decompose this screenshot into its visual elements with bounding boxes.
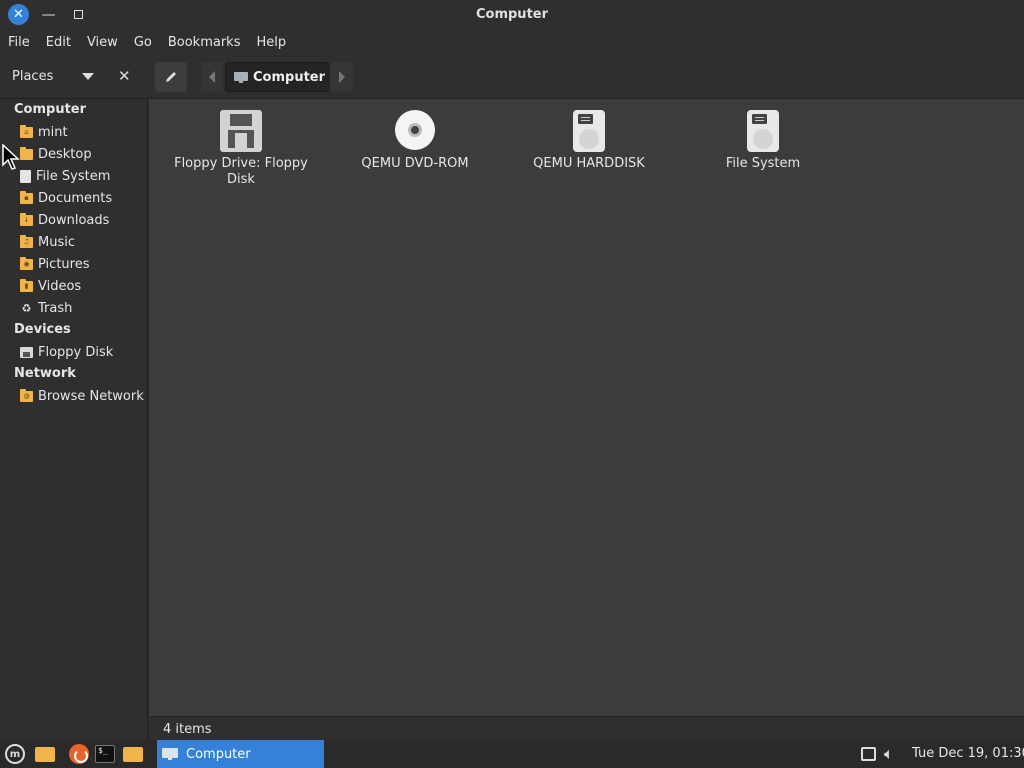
sidebar-item-file-system[interactable]: File System: [20, 166, 110, 186]
breadcrumb-label: Computer: [253, 69, 326, 85]
device-harddisk[interactable]: QEMU HARDDISK: [514, 110, 664, 172]
sidebar-item-browse-network[interactable]: ◍ Browse Network: [20, 386, 144, 406]
mouse-cursor-icon: [2, 144, 20, 170]
sidebar-item-pictures[interactable]: ◉ Pictures: [20, 254, 89, 274]
terminal-icon[interactable]: $_: [94, 743, 116, 765]
sidebar-section-computer: Computer: [14, 102, 87, 117]
device-label: Floppy Drive: Floppy Disk: [174, 156, 308, 187]
network-folder-icon: ◍: [20, 388, 33, 402]
sidebar-item-label: mint: [38, 124, 68, 140]
breadcrumb-scroll-right-button[interactable]: [331, 62, 353, 92]
menu-edit[interactable]: Edit: [38, 29, 79, 56]
taskbar-window-computer[interactable]: Computer: [157, 740, 324, 768]
sidebar-item-label: Desktop: [38, 146, 92, 162]
device-label: QEMU HARDDISK: [533, 156, 645, 171]
network-tray-icon[interactable]: [861, 747, 876, 761]
status-bar: 4 items: [149, 716, 1024, 740]
sidebar-item-label: Videos: [38, 278, 82, 294]
places-sidebar: Computer ⌂ mint Desktop File System ▪ Docu…: [0, 99, 148, 740]
device-dvd-rom[interactable]: QEMU DVD-ROM: [340, 110, 490, 172]
device-label: File System: [725, 156, 801, 171]
sidebar-item-label: File System: [36, 168, 111, 184]
title-bar: ✕ — Computer: [0, 0, 1024, 29]
floppy-drive-icon: [220, 110, 262, 152]
item-count: 4 items: [163, 722, 212, 737]
device-file-system[interactable]: File System: [688, 110, 838, 172]
files-icon[interactable]: [122, 743, 144, 765]
firefox-icon[interactable]: [68, 743, 90, 765]
sidebar-section-devices: Devices: [14, 322, 71, 337]
places-dropdown-icon[interactable]: [82, 73, 94, 80]
music-folder-icon: ♫: [20, 234, 33, 248]
menu-go[interactable]: Go: [126, 29, 160, 56]
filesystem-icon: [20, 169, 31, 183]
optical-disc-icon: [395, 110, 435, 150]
downloads-folder-icon: ↓: [20, 212, 33, 226]
clock[interactable]: Tue Dec 19, 01:30: [912, 746, 1024, 761]
menu-help[interactable]: Help: [248, 29, 294, 56]
sidebar-item-label: Music: [38, 234, 75, 250]
menu-file[interactable]: File: [0, 29, 38, 56]
harddisk-icon: [573, 110, 605, 152]
documents-folder-icon: ▪: [20, 190, 33, 204]
sidebar-item-desktop[interactable]: Desktop: [20, 144, 92, 164]
sidebar-header: Places ✕: [0, 56, 148, 99]
breadcrumb-scroll-left-button[interactable]: [201, 62, 223, 92]
volume-icon[interactable]: 🔈︎: [884, 744, 894, 764]
taskbar-window-label: Computer: [186, 746, 251, 762]
sidebar-item-videos[interactable]: ▮ Videos: [20, 276, 81, 296]
close-sidebar-icon[interactable]: ✕: [118, 67, 131, 85]
sidebar-item-floppy-disk[interactable]: Floppy Disk: [20, 342, 113, 362]
chevron-left-icon: [209, 71, 215, 83]
sidebar-item-documents[interactable]: ▪ Documents: [20, 188, 112, 208]
sidebar-item-label: Downloads: [38, 212, 110, 228]
computer-icon: [234, 71, 248, 83]
trash-icon: ♻: [21, 301, 32, 315]
sidebar-item-music[interactable]: ♫ Music: [20, 232, 75, 252]
sidebar-item-label: Floppy Disk: [38, 344, 114, 360]
device-label: QEMU DVD-ROM: [361, 156, 469, 171]
breadcrumb-computer[interactable]: Computer: [225, 62, 329, 92]
places-label[interactable]: Places: [12, 69, 53, 84]
sidebar-section-network: Network: [14, 366, 76, 381]
menu-bar: File Edit View Go Bookmarks Help: [0, 29, 1024, 56]
sidebar-item-label: Pictures: [38, 256, 90, 272]
sidebar-item-label: Browse Network: [38, 388, 144, 404]
sidebar-item-label: Trash: [38, 300, 73, 316]
mint-menu-icon[interactable]: m: [5, 744, 25, 764]
desktop-folder-icon: [20, 146, 33, 160]
menu-bookmarks[interactable]: Bookmarks: [160, 29, 249, 56]
videos-folder-icon: ▮: [20, 278, 33, 292]
menu-view[interactable]: View: [79, 29, 126, 56]
edit-location-button[interactable]: [155, 62, 187, 92]
taskbar: m $_ Computer 🔈︎ Tue Dec 19, 01:30: [0, 740, 1024, 768]
home-folder-icon: ⌂: [20, 124, 33, 138]
file-view[interactable]: Floppy Drive: Floppy Disk QEMU DVD-ROM Q…: [149, 99, 1024, 716]
sidebar-item-downloads[interactable]: ↓ Downloads: [20, 210, 109, 230]
show-desktop-icon[interactable]: [34, 743, 56, 765]
sidebar-item-trash[interactable]: ♻ Trash: [20, 298, 73, 318]
harddisk-icon: [747, 110, 779, 152]
pencil-icon: [166, 72, 176, 82]
sidebar-item-label: Documents: [38, 190, 113, 206]
sidebar-item-mint[interactable]: ⌂ mint: [20, 122, 68, 142]
floppy-icon: [20, 346, 33, 358]
computer-icon: [162, 748, 178, 760]
pictures-folder-icon: ◉: [20, 256, 33, 270]
device-floppy-drive[interactable]: Floppy Drive: Floppy Disk: [166, 110, 316, 188]
chevron-right-icon: [339, 71, 345, 83]
window-title: Computer: [475, 7, 549, 22]
location-toolbar: Computer: [149, 56, 1024, 99]
